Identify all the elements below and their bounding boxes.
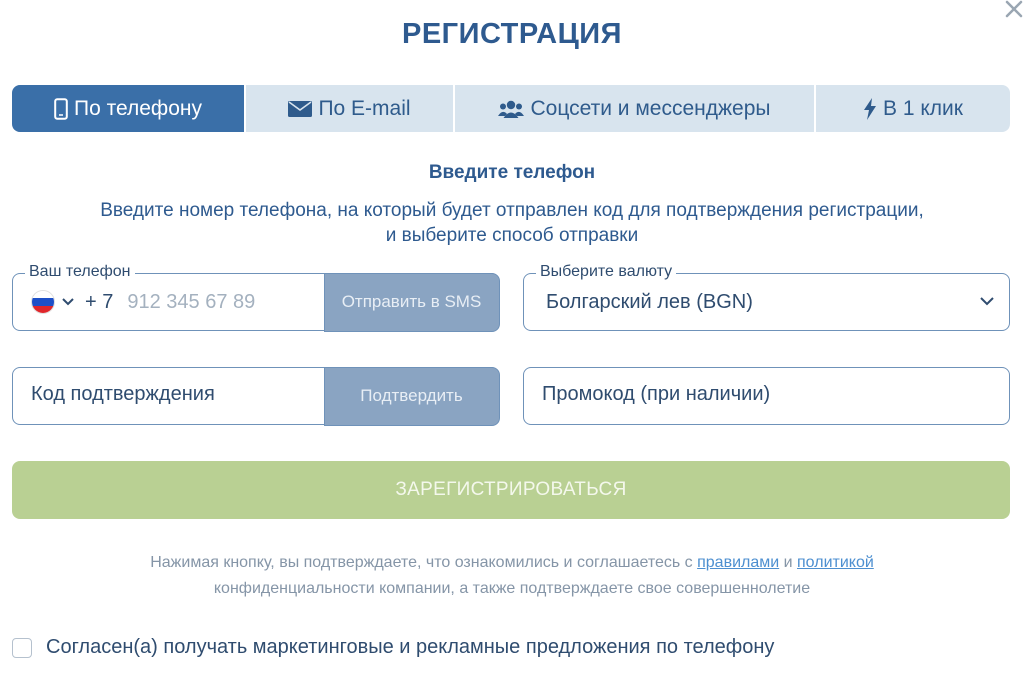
lightning-icon [863, 97, 877, 120]
promo-input[interactable] [540, 382, 984, 407]
phone-legend: Ваш телефон [25, 263, 135, 281]
confirm-button[interactable]: Подтвердить [323, 366, 500, 426]
form-subtitle: Введите телефон [428, 162, 596, 183]
currency-selected-value: Болгарский лев (BGN) [546, 291, 753, 313]
tab-email[interactable]: По E-mail [246, 85, 455, 132]
tab-label: По телефону [74, 96, 202, 120]
policy-link[interactable]: политикой [797, 554, 874, 571]
currency-select[interactable]: Выберите валюту Болгарский лев (BGN) [523, 263, 1010, 331]
terms-text: Нажимая кнопку, вы подтверждаете, что оз… [0, 550, 1024, 602]
tab-phone[interactable]: По телефону [12, 85, 246, 132]
terms-and: и [779, 554, 798, 571]
phone-input[interactable] [125, 289, 310, 315]
tab-label: Соцсети и мессенджеры [530, 96, 771, 120]
chevron-down-icon [979, 294, 995, 312]
close-icon[interactable] [1003, 0, 1024, 20]
register-button[interactable]: ЗАРЕГИСТРИРОВАТЬСЯ [12, 461, 1010, 519]
users-icon [498, 99, 525, 119]
currency-legend: Выберите валюту [536, 263, 677, 281]
tab-label: По E-mail [318, 96, 411, 120]
marketing-consent: Согласен(а) получать маркетинговые и рек… [12, 636, 774, 659]
tab-label: В 1 клик [883, 96, 963, 120]
tab-one-click[interactable]: В 1 клик [816, 85, 1010, 132]
terms-text-before: Нажимая кнопку, вы подтверждаете, что оз… [150, 554, 698, 571]
rules-link[interactable]: правилами [697, 554, 779, 571]
send-sms-button[interactable]: Отправить в SMS [323, 272, 500, 332]
phone-field: Ваш телефон + 7 Отправить в SMS [12, 263, 500, 332]
page-title: РЕГИСТРАЦИЯ [401, 18, 622, 50]
description-line: и выберите способ отправки [385, 225, 639, 246]
chevron-down-icon[interactable] [61, 297, 75, 307]
form-description: Введите номер телефона, на который будет… [0, 198, 1024, 248]
terms-line-2: конфиденциальности компании, а также под… [213, 580, 811, 597]
terms-line: Нажимая кнопку, вы подтверждаете, что оз… [0, 550, 1024, 576]
confirmation-code-input[interactable] [29, 382, 313, 407]
registration-tabs: По телефону По E-mail Соцсети и мессендж… [12, 85, 1010, 132]
confirmation-code-field: Подтвердить [12, 366, 500, 426]
description-line: Введите номер телефона, на который будет… [100, 200, 924, 221]
envelope-icon [288, 100, 313, 118]
promo-field [523, 367, 1010, 425]
tab-social[interactable]: Соцсети и мессенджеры [455, 85, 816, 132]
marketing-consent-label[interactable]: Согласен(а) получать маркетинговые и рек… [46, 636, 774, 659]
marketing-consent-checkbox[interactable] [12, 637, 32, 658]
russia-flag-icon[interactable] [31, 290, 55, 314]
phone-icon [54, 97, 68, 120]
phone-country-code: + 7 [85, 290, 114, 313]
